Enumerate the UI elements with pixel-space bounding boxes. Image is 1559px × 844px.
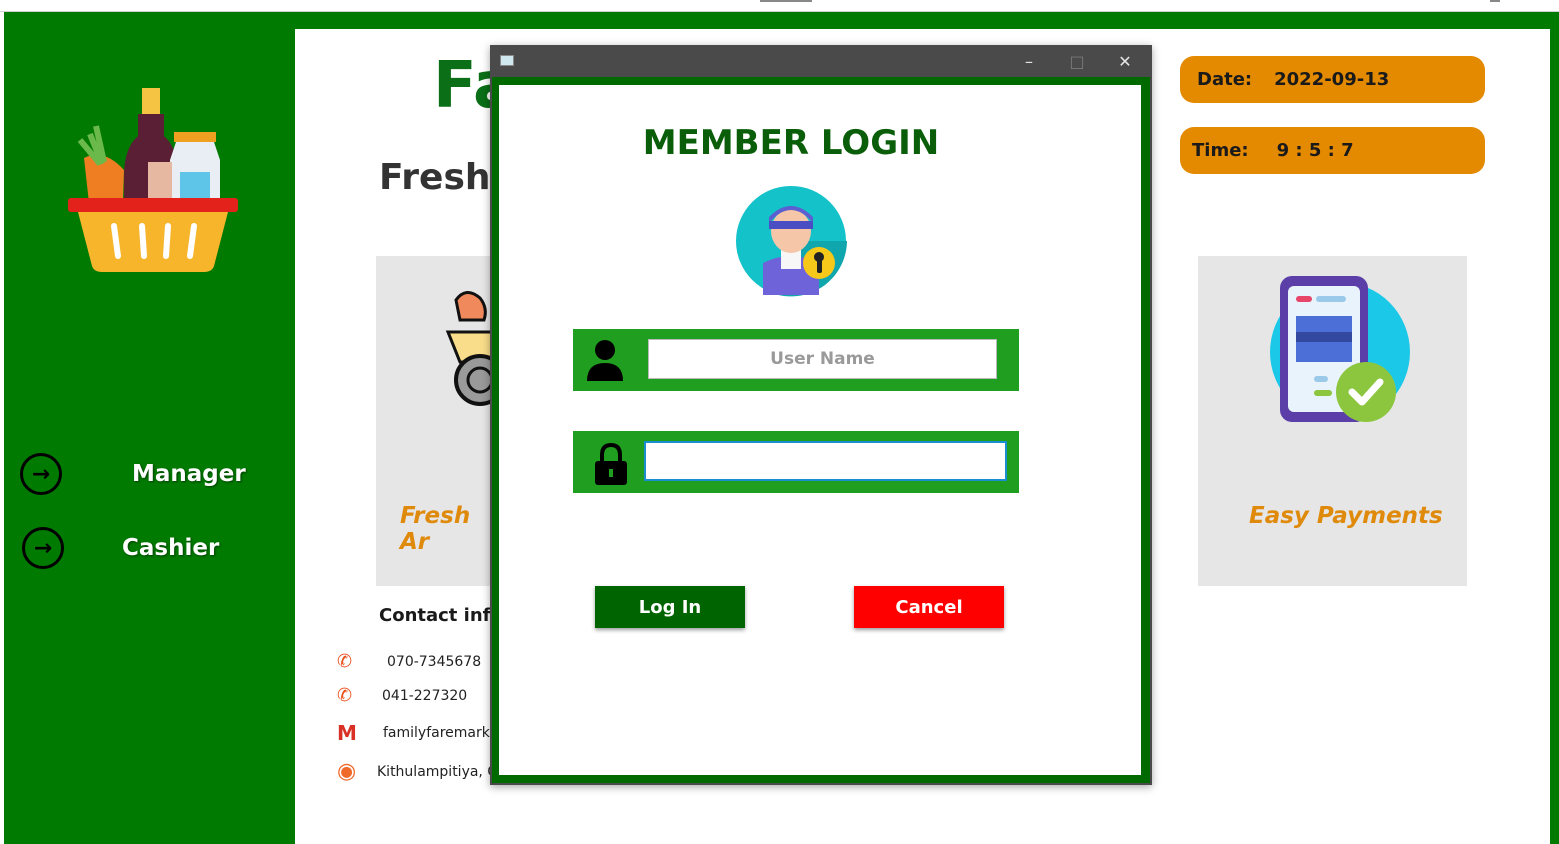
time-value: 9 : 5 : 7 bbox=[1276, 140, 1354, 161]
maximize-button[interactable]: □ bbox=[1054, 45, 1100, 77]
arrow-right-circle-icon: → bbox=[20, 453, 62, 495]
user-icon bbox=[587, 340, 623, 381]
app-window-icon bbox=[500, 55, 514, 66]
mail-icon: M bbox=[337, 721, 357, 745]
sidebar-item-label: Cashier bbox=[122, 535, 220, 561]
dialog-frame: MEMBER LOGIN User Name Log In Cancel bbox=[492, 77, 1150, 783]
contact-address-text: Kithulampitiya, G bbox=[377, 763, 499, 780]
member-avatar-icon bbox=[736, 186, 847, 297]
login-title: MEMBER LOGIN bbox=[642, 123, 940, 163]
cancel-button[interactable]: Cancel bbox=[854, 586, 1004, 628]
grocery-basket-logo bbox=[68, 88, 238, 272]
contact-address: ◉ Kithulampitiya, G bbox=[337, 759, 498, 784]
password-input[interactable] bbox=[644, 441, 1007, 481]
login-dialog: – □ ✕ MEMBER LOGIN User Name Log In Canc… bbox=[490, 45, 1152, 785]
strip-mark bbox=[1490, 0, 1500, 2]
contact-phone-1-text: 070-7345678 bbox=[387, 653, 482, 670]
arrow-right-circle-icon: → bbox=[22, 527, 64, 569]
sidebar: → Manager → Cashier bbox=[4, 12, 295, 844]
feature-caption-fresh: Fresh Ar bbox=[400, 503, 471, 555]
feature-card-fresh: Fresh Ar bbox=[376, 256, 502, 586]
dialog-titlebar[interactable]: – □ ✕ bbox=[490, 45, 1152, 77]
contact-title: Contact info bbox=[379, 605, 503, 626]
feature-card-payments: Easy Payments bbox=[1198, 256, 1467, 586]
outer-window-strip bbox=[0, 0, 1559, 12]
contact-email-text: familyfaremarke bbox=[383, 725, 498, 741]
sidebar-item-cashier[interactable]: → Cashier bbox=[22, 527, 219, 569]
minimize-button[interactable]: – bbox=[1006, 45, 1052, 77]
phone-icon: ✆ bbox=[337, 651, 353, 672]
page-subtitle: Fresh bbox=[379, 157, 491, 198]
mobile-payment-icon bbox=[1270, 276, 1410, 422]
lock-icon bbox=[595, 443, 627, 485]
username-input[interactable] bbox=[648, 339, 997, 379]
location-pin-icon: ◉ bbox=[337, 759, 357, 784]
dialog-content: MEMBER LOGIN User Name Log In Cancel bbox=[499, 85, 1141, 775]
contact-phone-1: ✆ 070-7345678 bbox=[337, 651, 481, 672]
username-field-bar bbox=[573, 329, 1019, 391]
time-label: Time: bbox=[1192, 140, 1249, 161]
password-field-bar bbox=[573, 431, 1019, 493]
phone-icon: ✆ bbox=[337, 685, 353, 706]
contact-phone-2: ✆ 041-227320 bbox=[337, 685, 467, 706]
feature-caption-payments: Easy Payments bbox=[1249, 503, 1443, 529]
screen: → Manager → Cashier Fa Fresh Fresh Ar Ea… bbox=[0, 0, 1559, 844]
strip-mark bbox=[760, 0, 812, 2]
date-badge: Date: 2022-09-13 bbox=[1180, 56, 1485, 103]
time-badge: Time: 9 : 5 : 7 bbox=[1180, 127, 1485, 174]
date-value: 2022-09-13 bbox=[1274, 69, 1390, 90]
close-button[interactable]: ✕ bbox=[1102, 45, 1148, 77]
contact-phone-2-text: 041-227320 bbox=[382, 687, 468, 704]
sidebar-item-label: Manager bbox=[132, 461, 246, 487]
login-button[interactable]: Log In bbox=[595, 586, 745, 628]
contact-email: M familyfaremarke bbox=[337, 721, 498, 745]
date-label: Date: bbox=[1197, 69, 1253, 90]
sidebar-item-manager[interactable]: → Manager bbox=[20, 453, 246, 495]
